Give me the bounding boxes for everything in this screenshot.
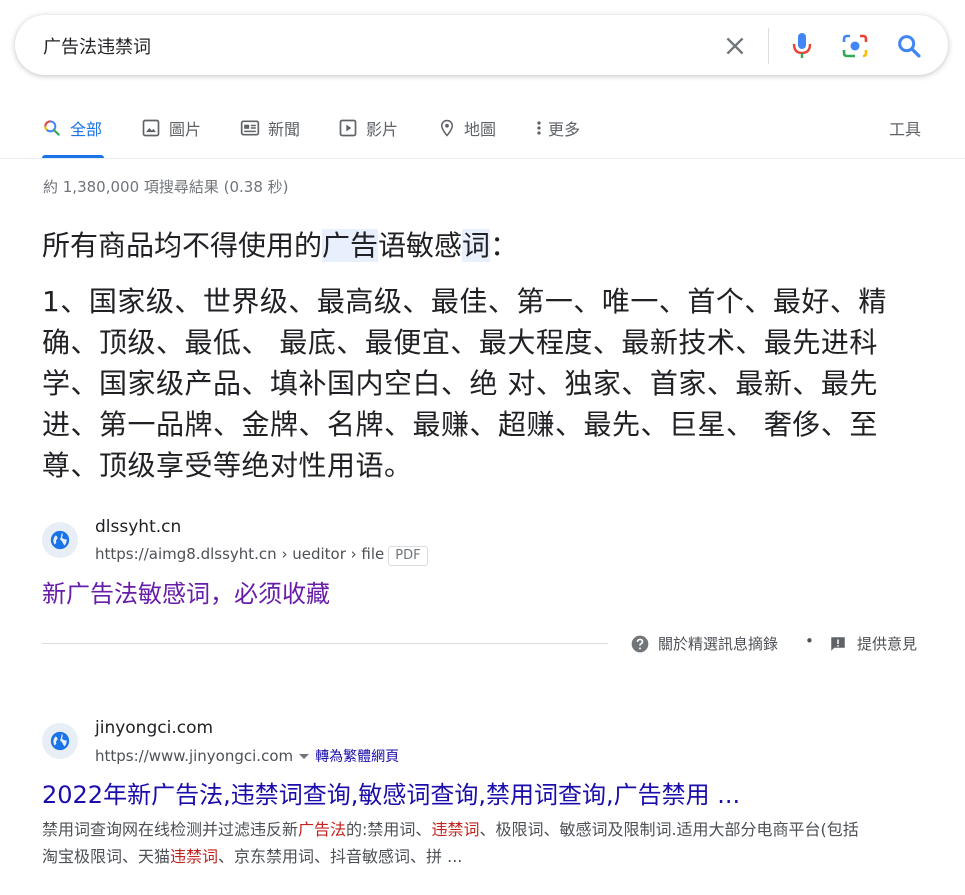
search-divider [768,28,769,64]
tab-news[interactable]: 新聞 [240,116,300,158]
microphone-icon[interactable] [789,31,815,61]
snippet-heading: 所有商品均不得使用的广告语敏感词： [42,226,518,266]
result-url-text[interactable]: https://www.jinyongci.com [95,747,293,765]
pdf-badge: PDF [388,546,428,566]
tabs-divider [0,158,965,159]
desc-emphasis: 违禁词 [431,820,480,839]
video-icon [339,119,357,137]
desc-text: 禁用词查询网在线检测并过滤违反新 [42,820,299,839]
site-favicon[interactable] [42,522,78,558]
snippet-body: 1、国家级、世界级、最高级、最佳、第一、唯一、首个、最好、精确、顶级、最低、 最… [42,285,887,482]
about-label: 關於精選訊息摘錄 [658,635,779,653]
source-url[interactable]: https://aimg8.dlssyht.cn › ueditor › fil… [95,545,428,566]
desc-text: 、京东禁用词、抖音敏感词、拼 ... [218,847,463,866]
separator-dot: • [805,632,814,650]
search-icon [44,120,60,136]
result-title[interactable]: 2022年新广告法,违禁词查询,敏感词查询,禁用词查询,广告禁用 ... [42,775,740,810]
snippet-heading-highlight: 广告 [322,229,379,262]
camera-lens-icon[interactable] [841,32,869,60]
search-tabs: 全部 圖片 新聞 影片 地圖 更多 工具 [0,108,965,158]
news-icon [240,120,260,136]
globe-icon [50,731,70,751]
snippet-heading-highlight: 词 [462,229,491,262]
tools-button[interactable]: 工具 [889,116,921,140]
feedback-icon [831,636,845,651]
chevron-down-icon[interactable] [299,754,310,759]
globe-icon [50,530,70,550]
tab-label: 影片 [366,120,399,139]
site-favicon[interactable] [42,723,78,759]
image-icon [142,119,160,137]
tab-all[interactable]: 全部 [42,116,105,158]
search-bar: 广告法违禁词 [15,15,948,75]
more-vert-icon [537,121,541,135]
snippet-heading-text: 所有商品均不得使用的 [42,229,323,262]
result-description: 禁用词查询网在线检测并过滤违反新广告法的:禁用词、违禁词、极限词、敏感词及限制词… [42,816,862,870]
translate-link[interactable]: 轉為繁體網頁 [315,749,399,765]
tab-label: 全部 [70,120,103,139]
about-featured-snippets-link[interactable]: 關於精選訊息摘錄 [630,633,778,654]
tab-maps[interactable]: 地圖 [438,116,496,158]
map-pin-icon [440,119,454,137]
help-icon [631,635,649,652]
divider [42,643,608,644]
result-url: https://www.jinyongci.com 轉為繁體網頁 [95,746,399,766]
desc-emphasis: 广告法 [298,820,347,839]
snippet-heading-text: 语敏感 [378,229,463,262]
desc-emphasis: 违禁词 [170,847,219,866]
source-site-name[interactable]: dlssyht.cn [95,517,181,537]
source-url-text: https://aimg8.dlssyht.cn › ueditor › fil… [95,545,385,563]
snippet-heading-text: ： [490,229,519,262]
feedback-label: 提供意見 [857,635,918,653]
desc-text: 的:禁用词、 [346,820,432,839]
tab-label: 新聞 [268,120,301,139]
search-input[interactable]: 广告法违禁词 [43,33,151,59]
featured-result-title[interactable]: 新广告法敏感词，必须收藏 [42,574,330,609]
result-stats: 約 1,380,000 項搜尋結果 (0.38 秒) [43,178,289,196]
tab-more[interactable]: 更多 [534,116,580,158]
result-site-name[interactable]: jinyongci.com [95,718,213,738]
tab-label: 更多 [548,120,581,139]
clear-icon[interactable] [722,33,748,59]
tab-label: 地圖 [464,120,497,139]
tab-videos[interactable]: 影片 [338,116,398,158]
tab-images[interactable]: 圖片 [141,116,201,158]
search-icon[interactable] [895,32,923,60]
feedback-button[interactable]: 提供意見 [829,633,917,654]
tab-label: 圖片 [169,120,202,139]
